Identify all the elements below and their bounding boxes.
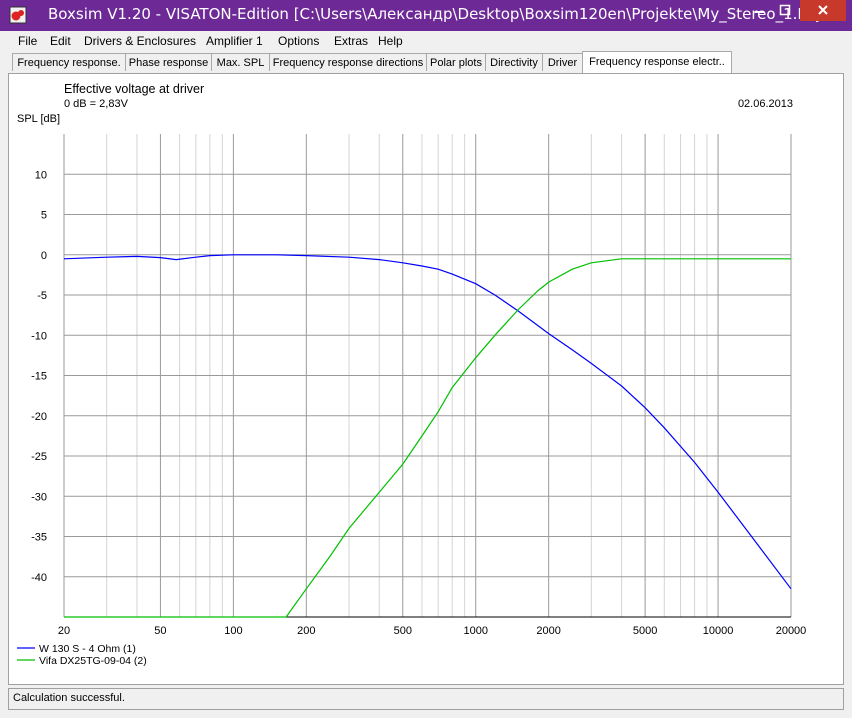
menu-help[interactable]: Help: [378, 34, 403, 48]
tab-frequency-response-electrical[interactable]: Frequency response electr..: [582, 51, 732, 73]
menu-amplifier[interactable]: Amplifier 1: [206, 34, 263, 48]
y-axis-label: SPL [dB]: [17, 113, 60, 125]
maximize-icon: [779, 4, 791, 16]
y-tick-label: -25: [31, 451, 47, 463]
series-layer: [63, 254, 792, 618]
x-tick-label: 20000: [776, 625, 807, 637]
tick-labels: 20 50 100 200 500 1000 2000 5000 10000 200001050-…: [31, 169, 806, 637]
menu-drivers-enclosures[interactable]: Drivers & Enclosures: [84, 34, 196, 48]
x-tick-label: 50: [154, 625, 166, 637]
menu-file[interactable]: File: [18, 34, 37, 48]
major-grid: [63, 134, 792, 618]
app-icon: [9, 6, 27, 24]
x-tick-label: 200: [297, 625, 315, 637]
maximize-button[interactable]: [772, 0, 798, 21]
legend-label-1: W 130 S - 4 Ohm (1): [39, 643, 136, 655]
minimize-button[interactable]: [746, 0, 772, 21]
x-tick-label: 5000: [633, 625, 657, 637]
legend-label-2: Vifa DX25TG-09-04 (2): [39, 655, 147, 667]
x-tick-label: 1000: [463, 625, 487, 637]
x-tick-label: 2000: [536, 625, 560, 637]
chart-date: 02.06.2013: [738, 98, 793, 110]
close-icon: [818, 5, 828, 15]
close-button[interactable]: [800, 0, 846, 21]
tab-bar: Frequency response. Phase response Max. …: [8, 51, 844, 74]
y-tick-label: -30: [31, 491, 47, 503]
y-tick-label: -5: [37, 290, 47, 302]
tab-phase-response[interactable]: Phase response: [125, 53, 212, 71]
status-bar: Calculation successful.: [8, 688, 844, 710]
y-tick-label: 5: [41, 210, 47, 222]
plot-panel: 20 50 100 200 500 1000 2000 5000 10000 20000 10 5 0-…: [8, 73, 844, 685]
window-title: Boxsim V1.20 - VISATON-Edition [C:\Users…: [48, 5, 827, 23]
menu-edit[interactable]: Edit: [50, 34, 71, 48]
tab-frequency-response-directions[interactable]: Frequency response directions: [269, 53, 427, 71]
y-tick-label: -40: [31, 572, 47, 584]
y-tick-label: 0: [41, 250, 47, 262]
title-bar: Boxsim V1.20 - VISATON-Edition [C:\Users…: [0, 0, 852, 31]
x-tick-label: 20: [58, 625, 70, 637]
chart-title: Effective voltage at driver: [64, 82, 204, 96]
series-line-1: [63, 254, 792, 590]
chart-subtitle: 0 dB = 2,83V: [64, 98, 129, 110]
x-tick-label: 100: [224, 625, 242, 637]
tab-driver[interactable]: Driver: [542, 53, 583, 71]
y-tick-label: -20: [31, 411, 47, 423]
x-tick-label: 10000: [703, 625, 734, 637]
menu-options[interactable]: Options: [278, 34, 319, 48]
y-tick-label: -35: [31, 532, 47, 544]
series-line-2: [64, 258, 791, 618]
status-text: Calculation successful.: [13, 692, 125, 704]
y-tick-label: 10: [35, 169, 47, 181]
minimize-icon: [755, 11, 764, 13]
y-tick-label: -15: [31, 371, 47, 383]
y-tick-label: -10: [31, 330, 47, 342]
tab-polar-plots[interactable]: Polar plots: [426, 53, 486, 71]
frequency-chart: 20 50 100 200 500 1000 2000 5000 10000 200001050-…: [17, 82, 806, 667]
menu-extras[interactable]: Extras: [334, 34, 368, 48]
tab-frequency-response[interactable]: Frequency response.: [12, 53, 126, 71]
x-tick-label: 500: [394, 625, 412, 637]
legend: W 130 S - 4 Ohm (1)Vifa DX25TG-09-04 (2): [17, 643, 147, 667]
tab-directivity[interactable]: Directivity: [485, 53, 543, 71]
tab-max-spl[interactable]: Max. SPL: [211, 53, 270, 71]
menu-bar: File Edit Drivers & Enclosures Amplifier…: [8, 31, 844, 51]
